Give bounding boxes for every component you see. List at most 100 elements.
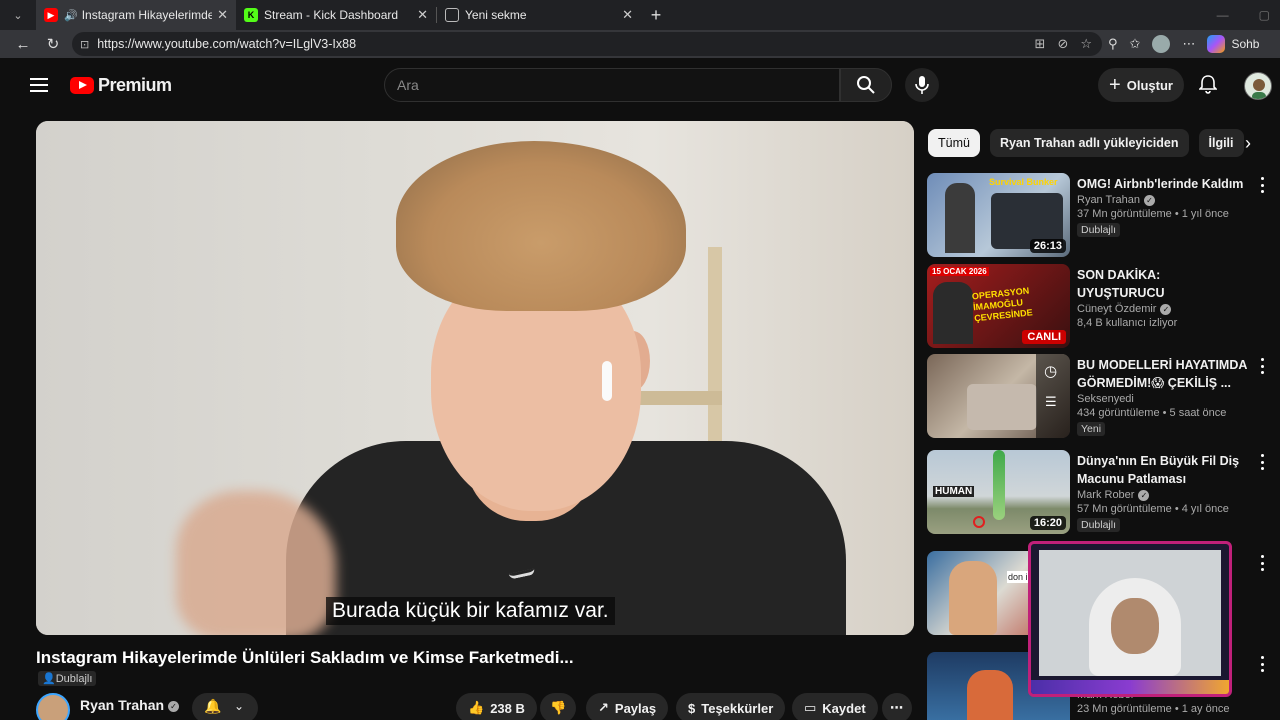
avatar-illustration-icon <box>1252 79 1266 99</box>
thanks-label: Teşekkürler <box>701 700 774 716</box>
create-button[interactable]: + Oluştur <box>1098 68 1184 102</box>
thumbnail-box <box>967 384 1037 430</box>
webcam-feed <box>1039 550 1221 676</box>
recommendation-title[interactable]: SON DAKİKA: UYUŞTURUCU OPERASYONU NASIL … <box>1077 266 1247 302</box>
share-button[interactable]: ↗ Paylaş <box>586 693 669 720</box>
profile-avatar[interactable] <box>1152 35 1171 53</box>
thanks-icon: $ <box>688 700 696 716</box>
recommendation-meta: 434 görüntüleme • 5 saat önce <box>1077 407 1227 419</box>
close-tab-icon[interactable]: ✕ <box>417 7 428 23</box>
like-button[interactable]: 👍 238 B <box>456 693 537 720</box>
copilot-label[interactable]: Sohb <box>1231 37 1259 51</box>
video-player[interactable]: Burada küçük bir kafamız var. <box>36 121 914 635</box>
video-thumbnail[interactable]: Survival Bunker 26:13 <box>927 173 1070 257</box>
copilot-icon[interactable] <box>1207 35 1226 53</box>
live-badge: CANLI <box>1022 330 1066 344</box>
user-avatar[interactable] <box>1244 72 1272 100</box>
voice-search-button[interactable] <box>905 68 939 102</box>
thumbnail-person <box>967 670 1013 720</box>
recommendation-item[interactable]: Survival Bunker 26:13 OMG! Airbnb'lerind… <box>927 173 1272 259</box>
more-options-icon[interactable] <box>1259 358 1265 374</box>
app-available-icon[interactable]: ⊞ <box>1035 36 1046 52</box>
tracking-prevention-icon[interactable]: ⊘ <box>1057 36 1068 52</box>
chip-from-uploader[interactable]: Ryan Trahan adlı yükleyiciden <box>989 129 1189 157</box>
favorites-icon[interactable]: ✩ <box>1130 36 1141 52</box>
tab-title: Instagram Hikayelerimde Ünlü <box>81 8 212 22</box>
search-input[interactable] <box>397 77 839 93</box>
dislike-button[interactable]: 👎 <box>540 693 576 720</box>
browser-tab-youtube[interactable]: ▶ 🔊 Instagram Hikayelerimde Ünlü ✕ <box>36 0 236 30</box>
menu-icon[interactable] <box>30 78 48 92</box>
more-menu-icon[interactable]: ⋯ <box>1182 36 1195 52</box>
tab-title: Yeni sekme <box>465 8 527 22</box>
recommendation-title[interactable]: Dünya'nın En Büyük Fil Diş Macunu Patlam… <box>1077 452 1247 488</box>
recommendation-channel[interactable]: Cüneyt Özdemir <box>1077 303 1156 315</box>
address-bar[interactable]: ⊡ https://www.youtube.com/watch?v=ILglV3… <box>72 32 1102 56</box>
more-options-icon[interactable] <box>1259 555 1265 571</box>
maximize-icon[interactable]: ▢ <box>1259 8 1270 22</box>
dubbed-badge: Dublajlı <box>1077 223 1121 237</box>
channel-avatar[interactable] <box>36 693 70 720</box>
recommendation-title[interactable]: BU MODELLERİ HAYATIMDA GÖRMEDİM!😱 ÇEKİLİ… <box>1077 356 1247 392</box>
like-count: 238 B <box>490 700 525 716</box>
logo-text: Premium <box>98 75 172 95</box>
more-options-icon[interactable] <box>1259 656 1265 672</box>
verified-icon: ✓ <box>1138 489 1150 501</box>
browser-tab-new[interactable]: Yeni sekme ✕ <box>437 0 641 30</box>
webcam-frame-bar <box>1031 680 1229 694</box>
new-tab-button[interactable]: + <box>641 0 671 30</box>
thumbs-up-icon: 👍 <box>468 700 485 715</box>
back-icon[interactable]: ← <box>8 30 38 58</box>
more-actions-button[interactable]: ⋯ <box>882 693 912 720</box>
recommendation-channel[interactable]: Ryan Trahan <box>1077 194 1140 206</box>
more-options-icon[interactable] <box>1259 177 1265 193</box>
thumbnail-circle-marker <box>973 516 985 528</box>
search-button[interactable] <box>840 68 892 102</box>
close-tab-icon[interactable]: ✕ <box>217 7 228 23</box>
youtube-play-icon <box>70 77 94 94</box>
save-icon: ▭ <box>804 700 817 715</box>
video-subtitle: Burada küçük bir kafamız var. <box>326 597 615 625</box>
save-button[interactable]: ▭ Kaydet <box>792 693 878 720</box>
thanks-button[interactable]: $ Teşekkürler <box>676 693 786 720</box>
channel-name[interactable]: Ryan Trahan <box>80 697 164 713</box>
chevron-right-icon[interactable]: › <box>1236 131 1260 155</box>
recommendation-item[interactable]: HUMAN 16:20 Dünya'nın En Büyük Fil Diş M… <box>927 450 1272 536</box>
notifications-button[interactable] <box>1196 72 1220 96</box>
recommendation-title[interactable]: OMG! Airbnb'lerinde Kaldım <box>1077 175 1247 193</box>
video-thumbnail[interactable]: HUMAN 16:20 <box>927 450 1070 534</box>
favorite-star-icon[interactable]: ☆ <box>1080 36 1092 52</box>
close-tab-icon[interactable]: ✕ <box>622 7 633 23</box>
tab-title: Stream - Kick Dashboard <box>264 8 399 22</box>
video-thumbnail[interactable]: ◷ ☰ <box>927 354 1070 438</box>
more-options-icon[interactable] <box>1259 454 1265 470</box>
create-label: Oluştur <box>1126 77 1173 93</box>
thumbs-down-icon: 👎 <box>550 700 567 715</box>
watch-later-icon[interactable]: ◷ <box>1044 362 1057 380</box>
shelf <box>636 391 722 405</box>
tab-list-dropdown-icon[interactable]: ⌄ <box>0 0 36 30</box>
minimize-icon[interactable]: — <box>1217 8 1229 22</box>
video-thumbnail[interactable]: 15 OCAK 2026 OPERASYON İMAMOĞLU ÇEVRESİN… <box>927 264 1070 348</box>
recommendation-channel[interactable]: Seksenyedi <box>1077 393 1134 405</box>
share-label: Paylaş <box>614 700 657 716</box>
save-label: Kaydet <box>822 700 866 716</box>
site-info-icon[interactable]: ⊡ <box>80 38 89 51</box>
recommendation-meta: 8,4 B kullanıcı izliyor <box>1077 317 1178 329</box>
thumbnail-person <box>933 282 973 344</box>
reload-icon[interactable]: ↻ <box>38 30 68 58</box>
recommendation-channel[interactable]: Mark Rober <box>1077 489 1134 501</box>
subscription-button[interactable]: 🔔 ⌄ <box>192 693 258 720</box>
chip-all[interactable]: Tümü <box>928 129 980 157</box>
recommendation-item[interactable]: 15 OCAK 2026 OPERASYON İMAMOĞLU ÇEVRESİN… <box>927 264 1272 350</box>
recommendation-meta: 23 Mn görüntüleme • 1 ay önce <box>1077 703 1230 715</box>
channel-name-container[interactable]: Ryan Trahan ✓ <box>80 697 180 713</box>
filter-chips: Tümü Ryan Trahan adlı yükleyiciden İlgil… <box>928 129 1244 157</box>
kick-favicon-icon: K <box>244 8 258 22</box>
add-to-queue-icon[interactable]: ☰ <box>1045 394 1057 410</box>
extensions-icon[interactable]: ⚲ <box>1108 36 1118 52</box>
browser-tab-kick[interactable]: K Stream - Kick Dashboard ✕ <box>236 0 436 30</box>
youtube-premium-logo[interactable]: Premium <box>70 75 172 96</box>
recommendation-item[interactable]: ◷ ☰ BU MODELLERİ HAYATIMDA GÖRMEDİM!😱 ÇE… <box>927 354 1272 440</box>
search-box[interactable] <box>384 68 840 102</box>
